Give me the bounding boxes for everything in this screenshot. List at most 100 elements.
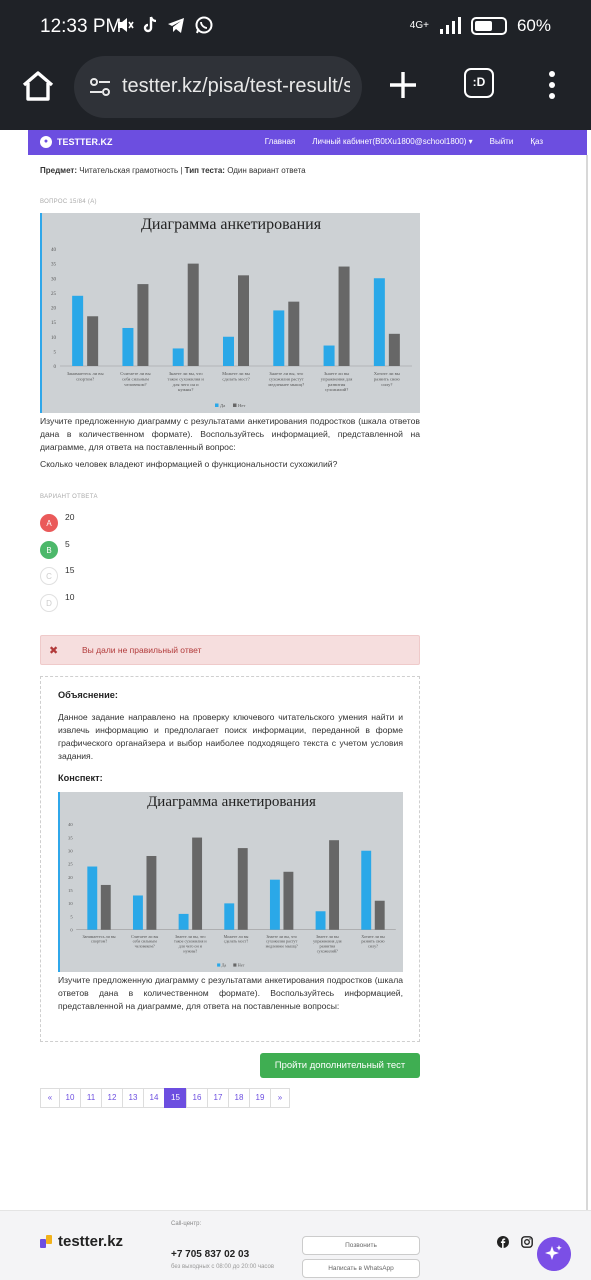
footer-phone[interactable]: +7 705 837 02 03 (171, 1249, 249, 1260)
nav-link-account[interactable]: Личный кабинет(B0tXu1800@school1800) ▾ (312, 137, 472, 146)
y-tick-label: 15 (51, 321, 57, 326)
status-system-icons: 4G+ 60% (410, 16, 551, 36)
chart-bar-yes (87, 866, 98, 930)
y-tick-label: 0 (54, 365, 57, 370)
chart-bar-no (338, 266, 350, 366)
y-tick-label: 25 (51, 292, 57, 297)
facebook-icon[interactable] (497, 1236, 509, 1248)
page-link[interactable]: 12 (101, 1088, 123, 1108)
site-footer: testter.kz Call-центр: +7 705 837 02 03 … (0, 1210, 591, 1280)
extra-test-button[interactable]: Пройти дополнительный тест (260, 1053, 420, 1078)
page-link[interactable]: 10 (59, 1088, 81, 1108)
chart-bar-no (137, 284, 149, 366)
browser-toolbar: testter.kz/pisa/test-result/s :D (0, 56, 591, 130)
address-bar[interactable]: testter.kz/pisa/test-result/s (74, 56, 362, 118)
nav-link-logout[interactable]: Выйти (490, 137, 514, 146)
page-link[interactable]: 18 (228, 1088, 250, 1108)
test-type-label: Тип теста: (184, 166, 225, 175)
question-text: Сколько человек владеют информацией о фу… (40, 459, 338, 469)
more-menu-icon[interactable] (544, 70, 560, 100)
y-tick-label: 30 (68, 849, 73, 854)
answer-option-a[interactable]: A 20 (40, 510, 74, 532)
page-link[interactable]: 13 (122, 1088, 144, 1108)
legend-swatch (217, 963, 221, 967)
y-tick-label: 35 (68, 835, 73, 840)
site-brand: TESTTER.KZ (57, 137, 113, 147)
status-bar: 12:33 PM 4G+ 60% (0, 0, 591, 56)
chart-bar-no (100, 884, 111, 930)
answer-text-b: 5 (65, 539, 70, 549)
page-link[interactable]: 16 (186, 1088, 208, 1108)
x-tick-label: Знаете ли вы, что такое сухожилия и для че… (168, 371, 205, 392)
chart-bar-no (192, 837, 203, 930)
mute-icon (118, 18, 134, 32)
social-links (497, 1236, 533, 1248)
pagination-prev[interactable]: « (40, 1088, 60, 1108)
chart-bar-no (146, 855, 157, 930)
pagination-next[interactable]: » (270, 1088, 290, 1108)
answer-option-b[interactable]: B 5 (40, 537, 70, 559)
battery-percent: 60% (516, 16, 551, 35)
answer-letter-d: D (40, 594, 58, 612)
subject-line: Предмет: Читательская грамотность | Тип … (40, 166, 306, 175)
chart-plot: 0 5 10 15 20 25 30 35 40 Занимаетесь ли вы спортом… (51, 248, 412, 408)
chart-bar-yes (361, 850, 372, 930)
chart-bar-yes (224, 903, 235, 930)
y-tick-label: 20 (51, 307, 57, 312)
question-number: ВОПРОС 15/84 (А) (40, 199, 97, 205)
nav-link-home[interactable]: Главная (265, 137, 295, 146)
answer-option-d[interactable]: D 10 (40, 590, 75, 612)
y-tick-label: 0 (70, 928, 73, 933)
chart-bar-no (374, 900, 385, 930)
x-tick-label: Знаете ли вы, что такое сухожилия и для че… (174, 934, 207, 954)
subject-label: Предмет: (40, 166, 78, 175)
answer-letter-c: C (40, 567, 58, 585)
x-tick-label: Можете ли вы сделать мост? (224, 934, 249, 944)
page-link[interactable]: 14 (143, 1088, 165, 1108)
x-tick-label: Знаете ли вы упражнения для развития сухожи… (313, 934, 342, 954)
explanation-heading: Объяснение: (58, 690, 118, 700)
y-tick-label: 30 (51, 277, 57, 282)
test-type-value: Один вариант ответа (227, 166, 306, 175)
call-button[interactable]: Позвонить (302, 1236, 420, 1255)
page-right-border (586, 155, 588, 1210)
site-settings-icon[interactable] (88, 75, 112, 99)
whatsapp-button[interactable]: Написать в WhatsApp (302, 1259, 420, 1278)
url-text[interactable]: testter.kz/pisa/test-result/s (122, 75, 350, 98)
x-tick-label: Можете ли вы сделать мост? (222, 371, 250, 381)
network-type: 4G+ (409, 20, 429, 31)
x-tick-label: Знаете ли вы, что сухожилия растут медленн… (268, 371, 304, 387)
page-link[interactable]: 17 (207, 1088, 229, 1108)
x-tick-label: Знаете ли вы, что сухожилия растут медленн… (266, 934, 298, 949)
x-tick-label: Считаете ли вы себя сильным человеком? (131, 934, 158, 949)
x-tick-label: Хотите ли вы развить свою силу? (361, 934, 385, 949)
tab-switcher-button[interactable]: :D (464, 68, 494, 98)
page-link[interactable]: 19 (249, 1088, 271, 1108)
logo-mark-icon: ● (40, 136, 52, 148)
instruction-text: Изучите предложенную диаграмму с результ… (40, 416, 420, 452)
answers-label: ВАРИАНТ ОТВЕТА (40, 494, 98, 500)
footer-logo[interactable]: testter.kz (40, 1233, 123, 1250)
answer-text-d: 10 (65, 592, 75, 602)
sparkle-assistant-icon[interactable] (537, 1237, 571, 1271)
x-tick-label: Занимаетесь ли вы спортом? (82, 934, 115, 944)
nav-link-language[interactable]: Қаз (530, 137, 543, 146)
chart-bar-yes (172, 348, 184, 366)
site-logo[interactable]: ● TESTTER.KZ (40, 136, 113, 148)
answer-letter-b: B (40, 541, 58, 559)
close-icon: ✖ (49, 645, 59, 657)
x-tick-label: Занимаетесь ли вы спортом? (67, 371, 104, 381)
alert-text: Вы дали не правильный ответ (82, 645, 202, 655)
survey-chart: Диаграмма анкетирования 0 5 10 15 20 25 30 35 40… (40, 213, 420, 413)
answer-option-c[interactable]: C 15 (40, 563, 74, 585)
tiktok-icon (143, 16, 157, 33)
y-tick-label: 20 (68, 875, 73, 880)
home-icon[interactable] (18, 66, 58, 106)
chart-bar-no (283, 871, 294, 930)
instagram-icon[interactable] (521, 1236, 533, 1248)
new-tab-icon[interactable] (386, 68, 420, 102)
page-link[interactable]: 11 (80, 1088, 102, 1108)
telegram-icon (168, 18, 184, 33)
page-link-current[interactable]: 15 (164, 1088, 187, 1108)
chart-bar-no (288, 301, 300, 366)
